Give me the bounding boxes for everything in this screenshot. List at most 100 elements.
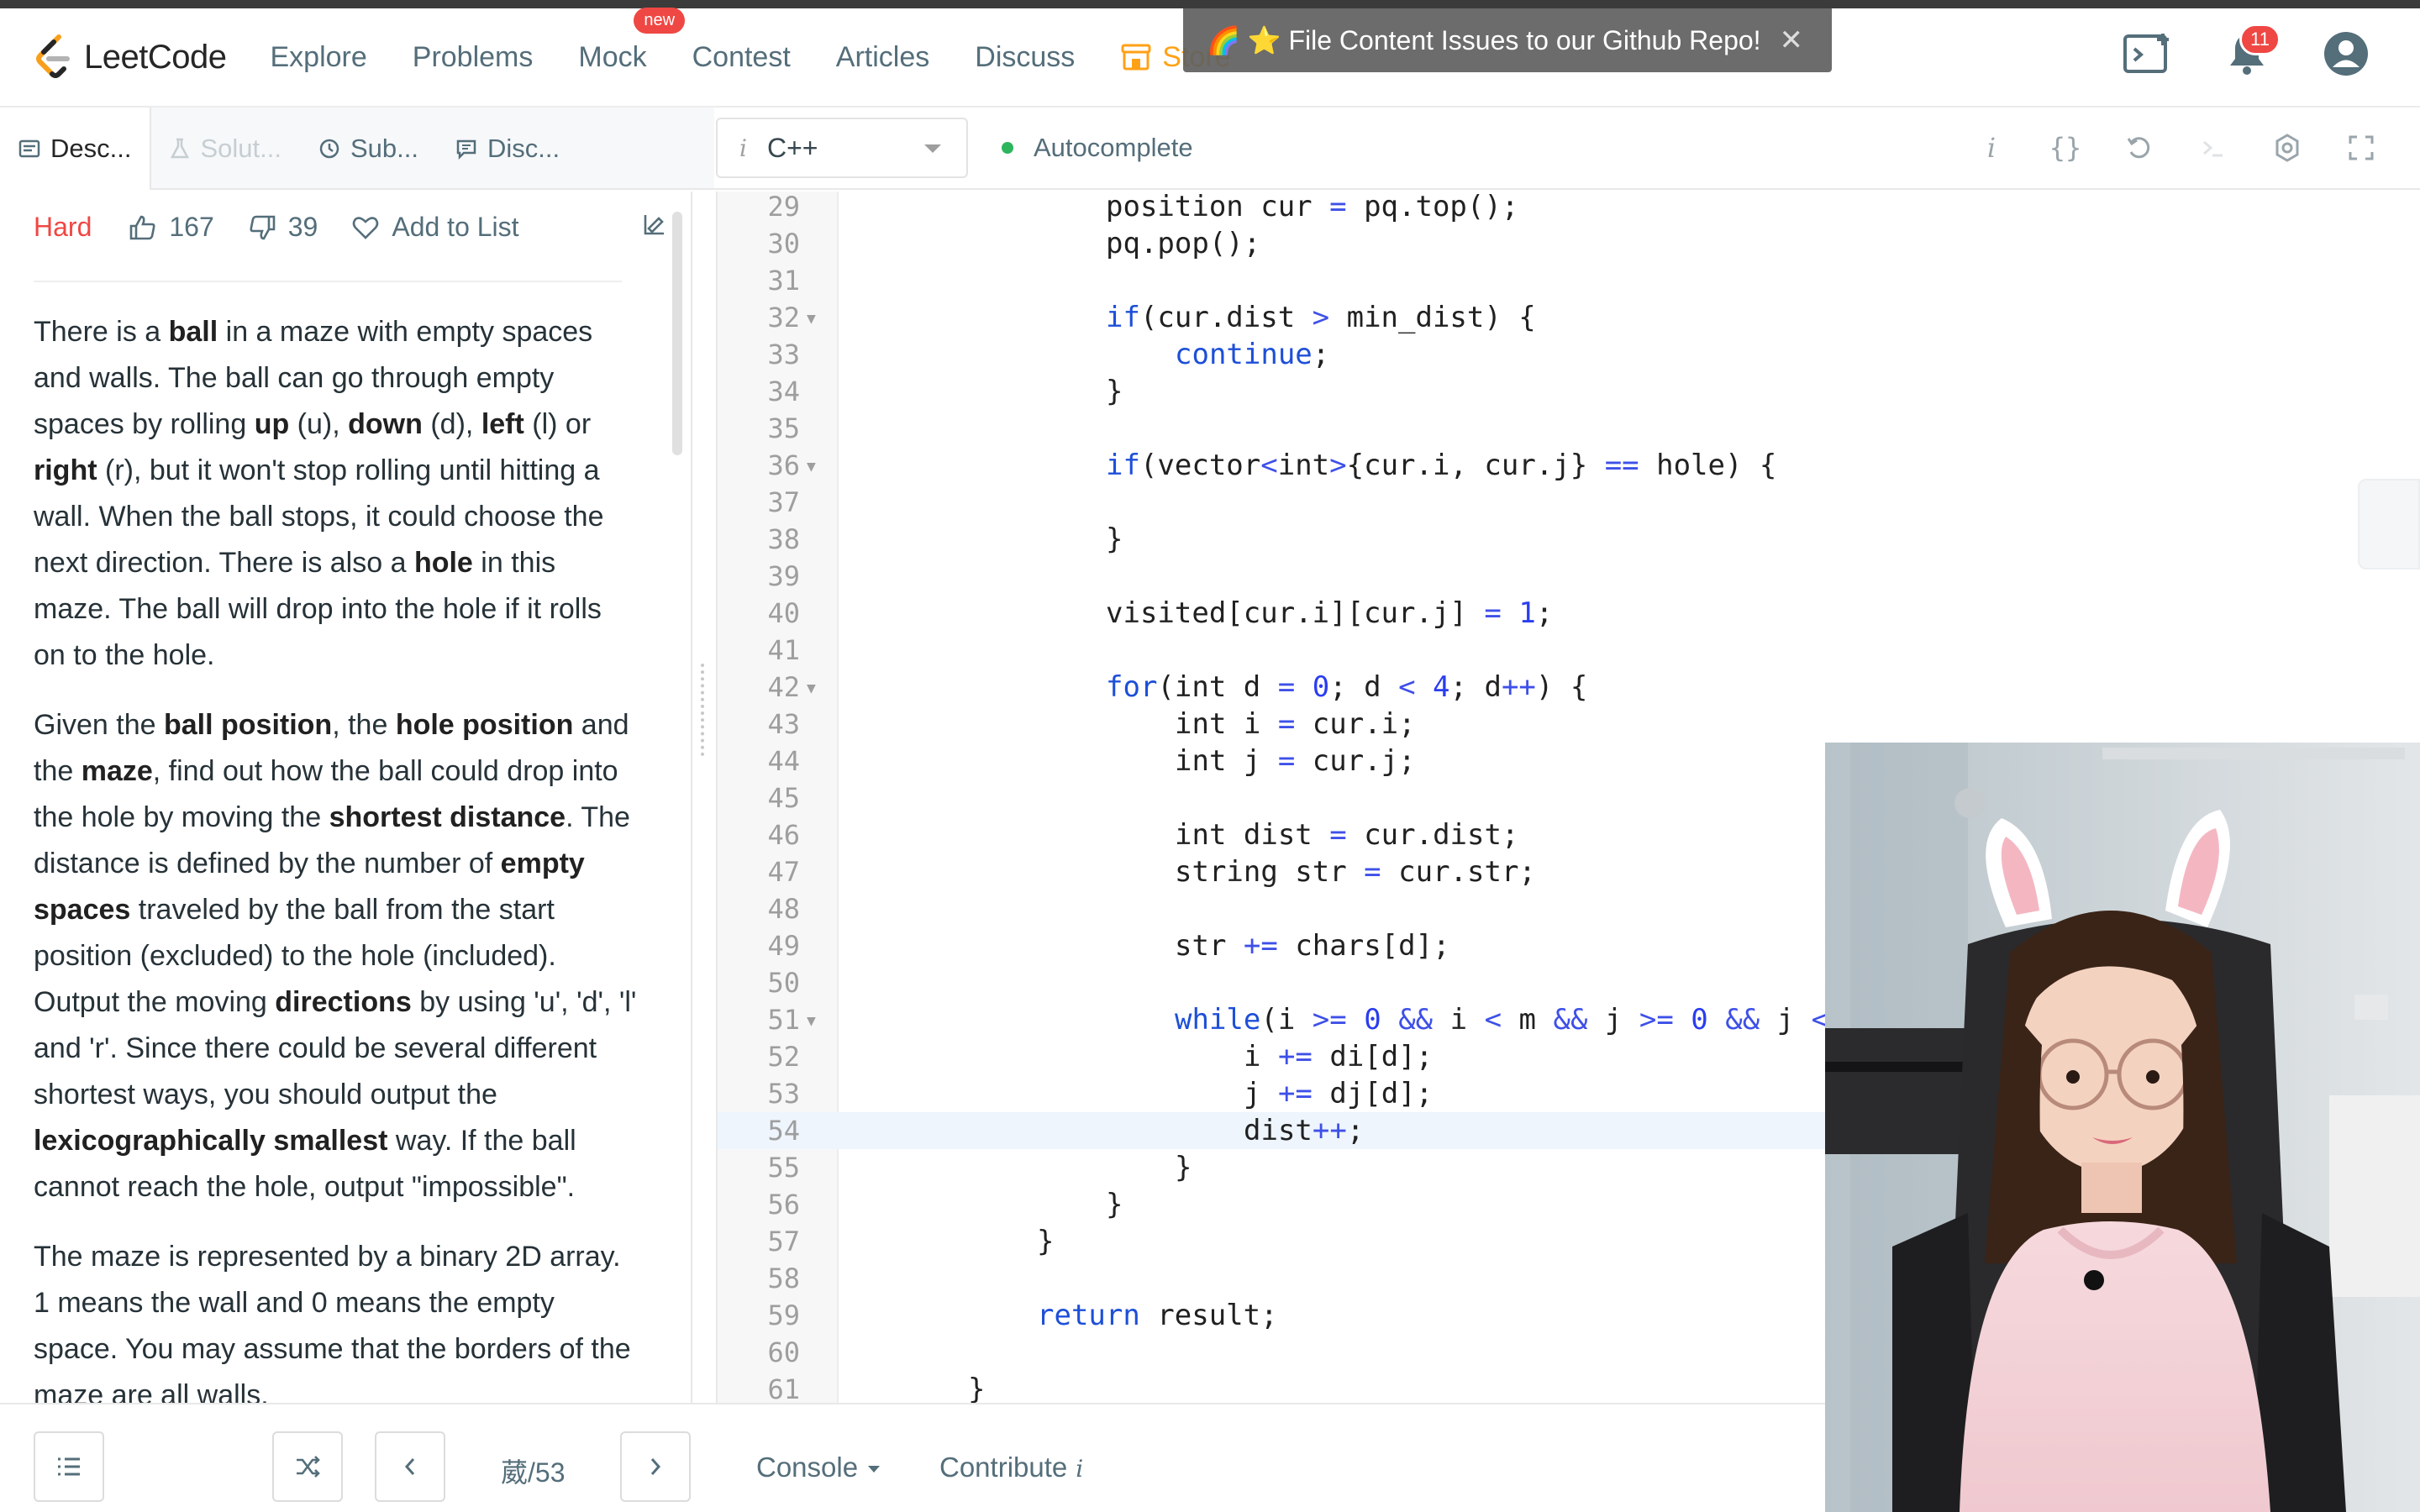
line-number: 49 bbox=[767, 930, 800, 962]
code-line[interactable]: 40 visited[cur.i][cur.j] = 1; bbox=[718, 595, 2420, 632]
code-text: } bbox=[1037, 1225, 1055, 1258]
debug-button[interactable] bbox=[2188, 123, 2238, 173]
editor-info-button[interactable]: i bbox=[1966, 123, 2017, 173]
contribute-info-icon: i bbox=[1076, 1455, 1084, 1483]
line-number: 42 bbox=[767, 671, 800, 703]
editor-actions: i {} bbox=[1943, 123, 2386, 173]
thumbs-down-icon bbox=[250, 215, 276, 239]
line-number: 43 bbox=[767, 708, 800, 740]
statement-paragraph-3: The maze is represented by a binary 2D a… bbox=[34, 1241, 631, 1403]
notifications-button[interactable]: 11 bbox=[2220, 24, 2281, 81]
code-line[interactable]: 41 bbox=[718, 632, 2420, 669]
previous-problem-button[interactable] bbox=[375, 1431, 445, 1502]
code-line[interactable]: 33 continue; bbox=[718, 336, 2420, 373]
code-text: for(int d = 0; d < 4; d++) { bbox=[1106, 670, 1588, 704]
language-value: C++ bbox=[766, 132, 818, 163]
store-icon bbox=[1121, 44, 1151, 71]
console-label: Console bbox=[756, 1452, 859, 1483]
resize-handle[interactable] bbox=[701, 664, 706, 756]
code-text: if(vector<int>{cur.i, cur.j} == hole) { bbox=[1106, 449, 1777, 482]
autocomplete-toggle[interactable]: Autocomplete bbox=[1002, 133, 1193, 163]
nav-contest[interactable]: Contest bbox=[692, 41, 791, 74]
code-line[interactable]: 35 bbox=[718, 410, 2420, 447]
line-number: 55 bbox=[767, 1152, 800, 1184]
line-number: 35 bbox=[767, 412, 800, 444]
banner-close-icon[interactable]: ✕ bbox=[1780, 24, 1804, 57]
chevron-left-icon bbox=[404, 1458, 415, 1475]
description-scrollbar[interactable] bbox=[672, 212, 682, 455]
nav-discuss[interactable]: Discuss bbox=[975, 41, 1075, 74]
tab-solution[interactable]: Solut... bbox=[151, 108, 300, 190]
nav-right-actions: 11 bbox=[2075, 24, 2373, 81]
line-number: 61 bbox=[767, 1373, 800, 1403]
status-dot-icon bbox=[1002, 142, 1013, 154]
code-text: return result; bbox=[1037, 1299, 1278, 1332]
fold-arrow-icon[interactable]: ▼ bbox=[807, 301, 816, 338]
code-line[interactable]: 30 pq.pop(); bbox=[718, 225, 2420, 262]
code-line[interactable]: 36 ▼ if(vector<int>{cur.i, cur.j} == hole)… bbox=[718, 447, 2420, 484]
fold-arrow-icon[interactable]: ▼ bbox=[807, 670, 816, 707]
fullscreen-button[interactable] bbox=[2336, 123, 2386, 173]
reset-code-button[interactable] bbox=[2114, 123, 2165, 173]
line-number: 39 bbox=[767, 560, 800, 592]
code-line[interactable]: 37 bbox=[718, 484, 2420, 521]
autocomplete-label: Autocomplete bbox=[1034, 133, 1193, 162]
difficulty-label: Hard bbox=[34, 212, 92, 242]
code-line[interactable]: 43 int i = cur.i; bbox=[718, 706, 2420, 743]
nav-explore[interactable]: Explore bbox=[270, 41, 366, 74]
problem-description-panel: Hard 167 39 Add to List There is a ball … bbox=[0, 192, 691, 1403]
code-line[interactable]: 42 ▼ for(int d = 0; d < 4; d++) { bbox=[718, 669, 2420, 706]
code-line[interactable]: 38} bbox=[718, 521, 2420, 558]
note-icon[interactable] bbox=[642, 212, 667, 237]
tab-submissions[interactable]: Sub... bbox=[300, 108, 437, 190]
nav-articles[interactable]: Articles bbox=[836, 41, 929, 74]
settings-button[interactable] bbox=[2262, 123, 2312, 173]
nav-mock[interactable]: Mock new bbox=[578, 7, 686, 74]
format-code-button[interactable]: {} bbox=[2040, 123, 2091, 173]
github-repo-banner[interactable]: 🌈 ⭐ File Content Issues to our Github Re… bbox=[1183, 8, 1832, 72]
tab-description-label: Desc... bbox=[50, 134, 132, 163]
playground-button[interactable] bbox=[2121, 27, 2175, 81]
code-line[interactable]: 39 bbox=[718, 558, 2420, 595]
line-number: 34 bbox=[767, 375, 800, 407]
new-badge: new bbox=[634, 7, 686, 34]
code-line[interactable]: 31 bbox=[718, 262, 2420, 299]
contribute-button[interactable]: Contribute i bbox=[939, 1452, 1083, 1483]
code-line[interactable]: 34} bbox=[718, 373, 2420, 410]
info-icon: i bbox=[739, 134, 747, 162]
user-avatar-button[interactable] bbox=[2319, 27, 2373, 81]
problem-pager: 葳/53 bbox=[501, 1457, 566, 1488]
nav-problems[interactable]: Problems bbox=[413, 41, 534, 74]
code-line[interactable]: 32 ▼ if(cur.dist > min_dist) { bbox=[718, 299, 2420, 336]
leetcode-logo[interactable]: LeetCode bbox=[34, 34, 227, 81]
code-text: if(cur.dist > min_dist) { bbox=[1106, 301, 1536, 334]
line-number: 30 bbox=[767, 228, 800, 260]
problem-list-button[interactable] bbox=[34, 1431, 104, 1502]
code-text: dist++; bbox=[1244, 1114, 1365, 1147]
braces-icon: {} bbox=[2049, 132, 2082, 164]
line-number: 57 bbox=[767, 1226, 800, 1257]
language-select[interactable]: i C++ bbox=[716, 118, 968, 178]
fold-arrow-icon[interactable]: ▼ bbox=[807, 449, 816, 486]
like-button[interactable]: 167 bbox=[129, 212, 214, 243]
nav-mock-label: Mock bbox=[578, 40, 647, 73]
thumbs-up-icon bbox=[130, 215, 155, 239]
line-number: 36 bbox=[767, 449, 800, 481]
code-text: str += chars[d]; bbox=[1175, 929, 1450, 963]
tab-description[interactable]: Desc... bbox=[0, 108, 152, 190]
nav-links: Explore Problems Mock new Contest Articl… bbox=[270, 7, 1276, 74]
next-problem-button[interactable] bbox=[620, 1431, 691, 1502]
line-number: 37 bbox=[767, 486, 800, 518]
tab-discuss[interactable]: Disc... bbox=[437, 108, 578, 190]
random-problem-button[interactable] bbox=[272, 1431, 343, 1502]
fold-arrow-icon[interactable]: ▼ bbox=[807, 1003, 816, 1040]
banner-text: 🌈 ⭐ File Content Issues to our Github Re… bbox=[1207, 25, 1761, 55]
fullscreen-icon bbox=[2349, 135, 2374, 160]
dislike-button[interactable]: 39 bbox=[248, 212, 318, 243]
console-toggle[interactable]: Console bbox=[756, 1452, 881, 1483]
clock-icon bbox=[319, 139, 339, 159]
code-line[interactable]: 29 position cur = pq.top(); bbox=[718, 192, 2420, 225]
add-to-list-button[interactable]: Add to List bbox=[351, 212, 519, 243]
side-panel-tab[interactable] bbox=[2358, 479, 2420, 570]
line-number: 31 bbox=[767, 265, 800, 297]
